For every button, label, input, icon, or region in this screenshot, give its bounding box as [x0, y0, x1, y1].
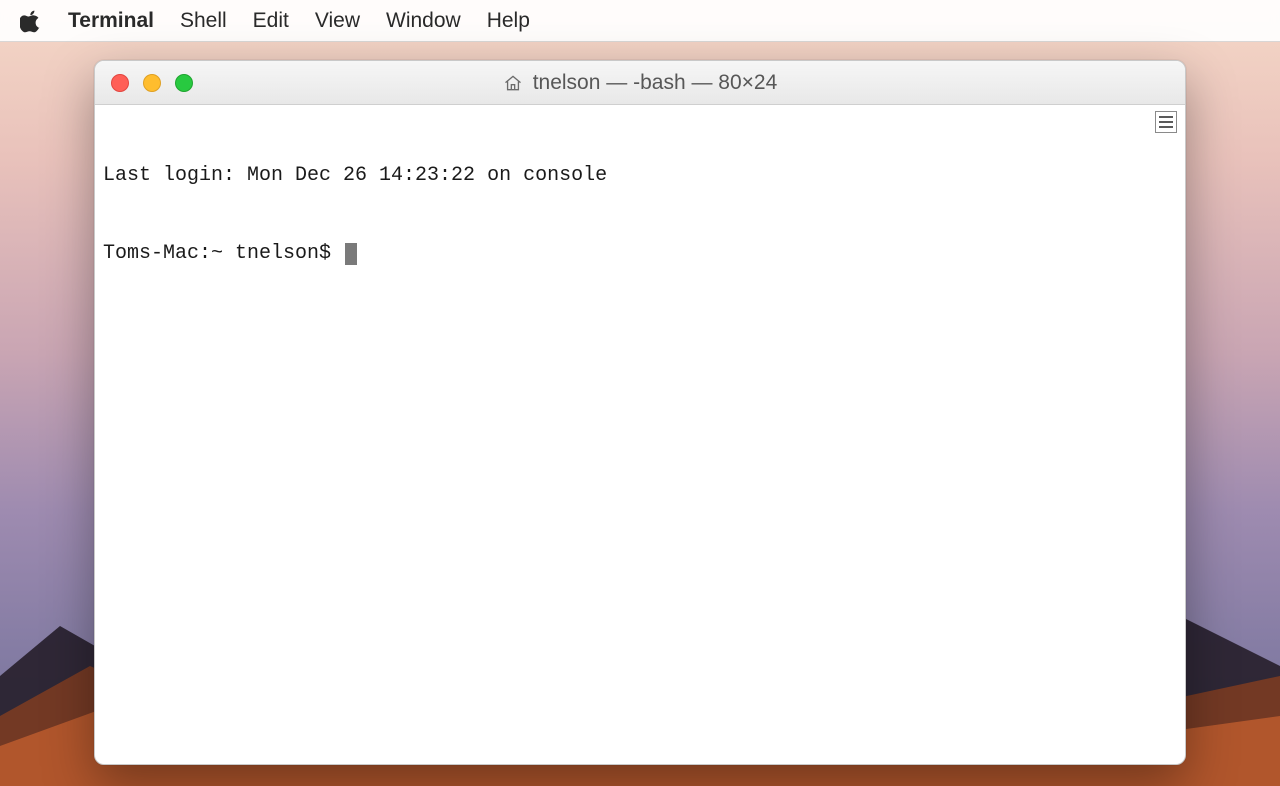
text-cursor	[345, 243, 357, 265]
apple-logo-icon[interactable]	[20, 9, 42, 33]
home-icon	[503, 73, 523, 93]
menubar-item-help[interactable]: Help	[487, 9, 530, 33]
window-title: tnelson — -bash — 80×24	[533, 71, 778, 95]
macos-menubar: Terminal Shell Edit View Window Help	[0, 0, 1280, 42]
shell-prompt: Toms-Mac:~ tnelson$	[103, 241, 343, 267]
zoom-button[interactable]	[175, 74, 193, 92]
last-login-line: Last login: Mon Dec 26 14:23:22 on conso…	[103, 163, 1177, 189]
menubar-item-view[interactable]: View	[315, 9, 360, 33]
menubar-item-edit[interactable]: Edit	[253, 9, 289, 33]
terminal-window: tnelson — -bash — 80×24 Last login: Mon …	[94, 60, 1186, 765]
terminal-content[interactable]: Last login: Mon Dec 26 14:23:22 on conso…	[95, 105, 1185, 764]
menubar-item-shell[interactable]: Shell	[180, 9, 227, 33]
scrollbar-menu-icon[interactable]	[1155, 111, 1177, 133]
window-title-group: tnelson — -bash — 80×24	[95, 71, 1185, 95]
minimize-button[interactable]	[143, 74, 161, 92]
close-button[interactable]	[111, 74, 129, 92]
menubar-item-window[interactable]: Window	[386, 9, 461, 33]
menubar-app-name[interactable]: Terminal	[68, 9, 154, 33]
window-titlebar[interactable]: tnelson — -bash — 80×24	[95, 61, 1185, 105]
traffic-lights	[95, 74, 193, 92]
